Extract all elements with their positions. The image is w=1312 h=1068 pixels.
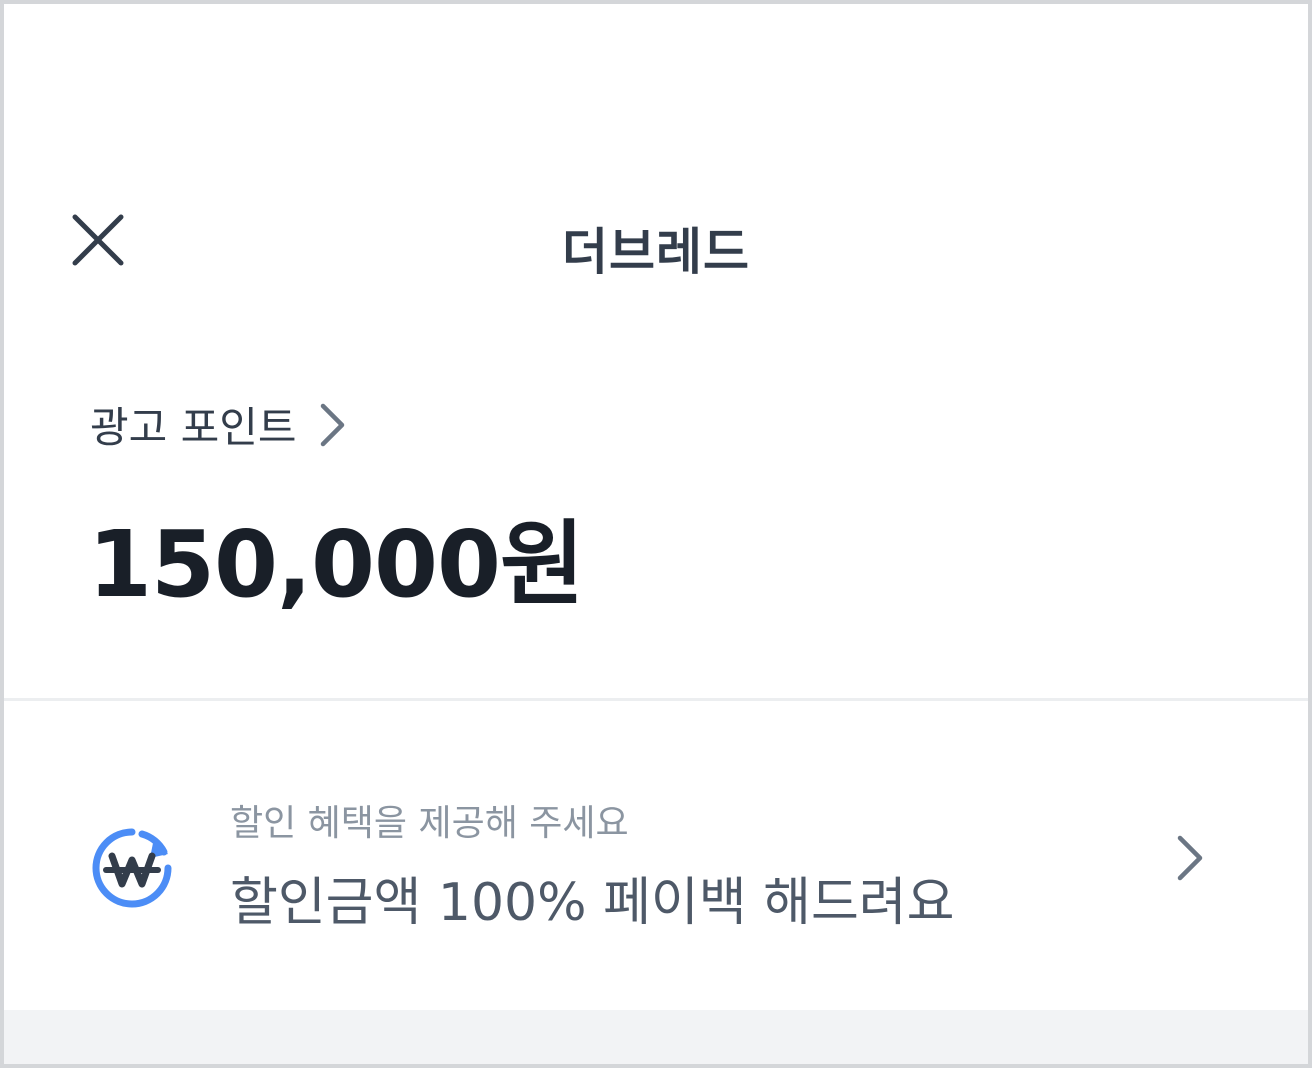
app-screen: 더브레드 광고 포인트 150,000원 할인 혜택을 제공해 주세요 할인금액… — [0, 0, 1312, 1068]
ad-points-amount: 150,000원 — [88, 511, 585, 618]
chevron-right-icon — [1177, 835, 1203, 881]
ad-points-link[interactable]: 광고 포인트 — [90, 394, 347, 455]
won-cashback-icon — [92, 828, 172, 908]
ad-points-label: 광고 포인트 — [90, 403, 297, 452]
promo-title: 할인금액 100% 페이백 해드려요 — [230, 873, 955, 933]
chevron-right-icon — [320, 403, 344, 446]
promo-subtitle: 할인 혜택을 제공해 주세요 — [230, 803, 629, 844]
payback-promo-item[interactable]: 할인 혜택을 제공해 주세요 할인금액 100% 페이백 해드려요 — [4, 774, 1308, 954]
bottom-section-background — [4, 1010, 1308, 1064]
page-title: 더브레드 — [562, 223, 750, 281]
section-divider — [4, 698, 1308, 701]
top-bar: 더브레드 — [4, 194, 1308, 286]
